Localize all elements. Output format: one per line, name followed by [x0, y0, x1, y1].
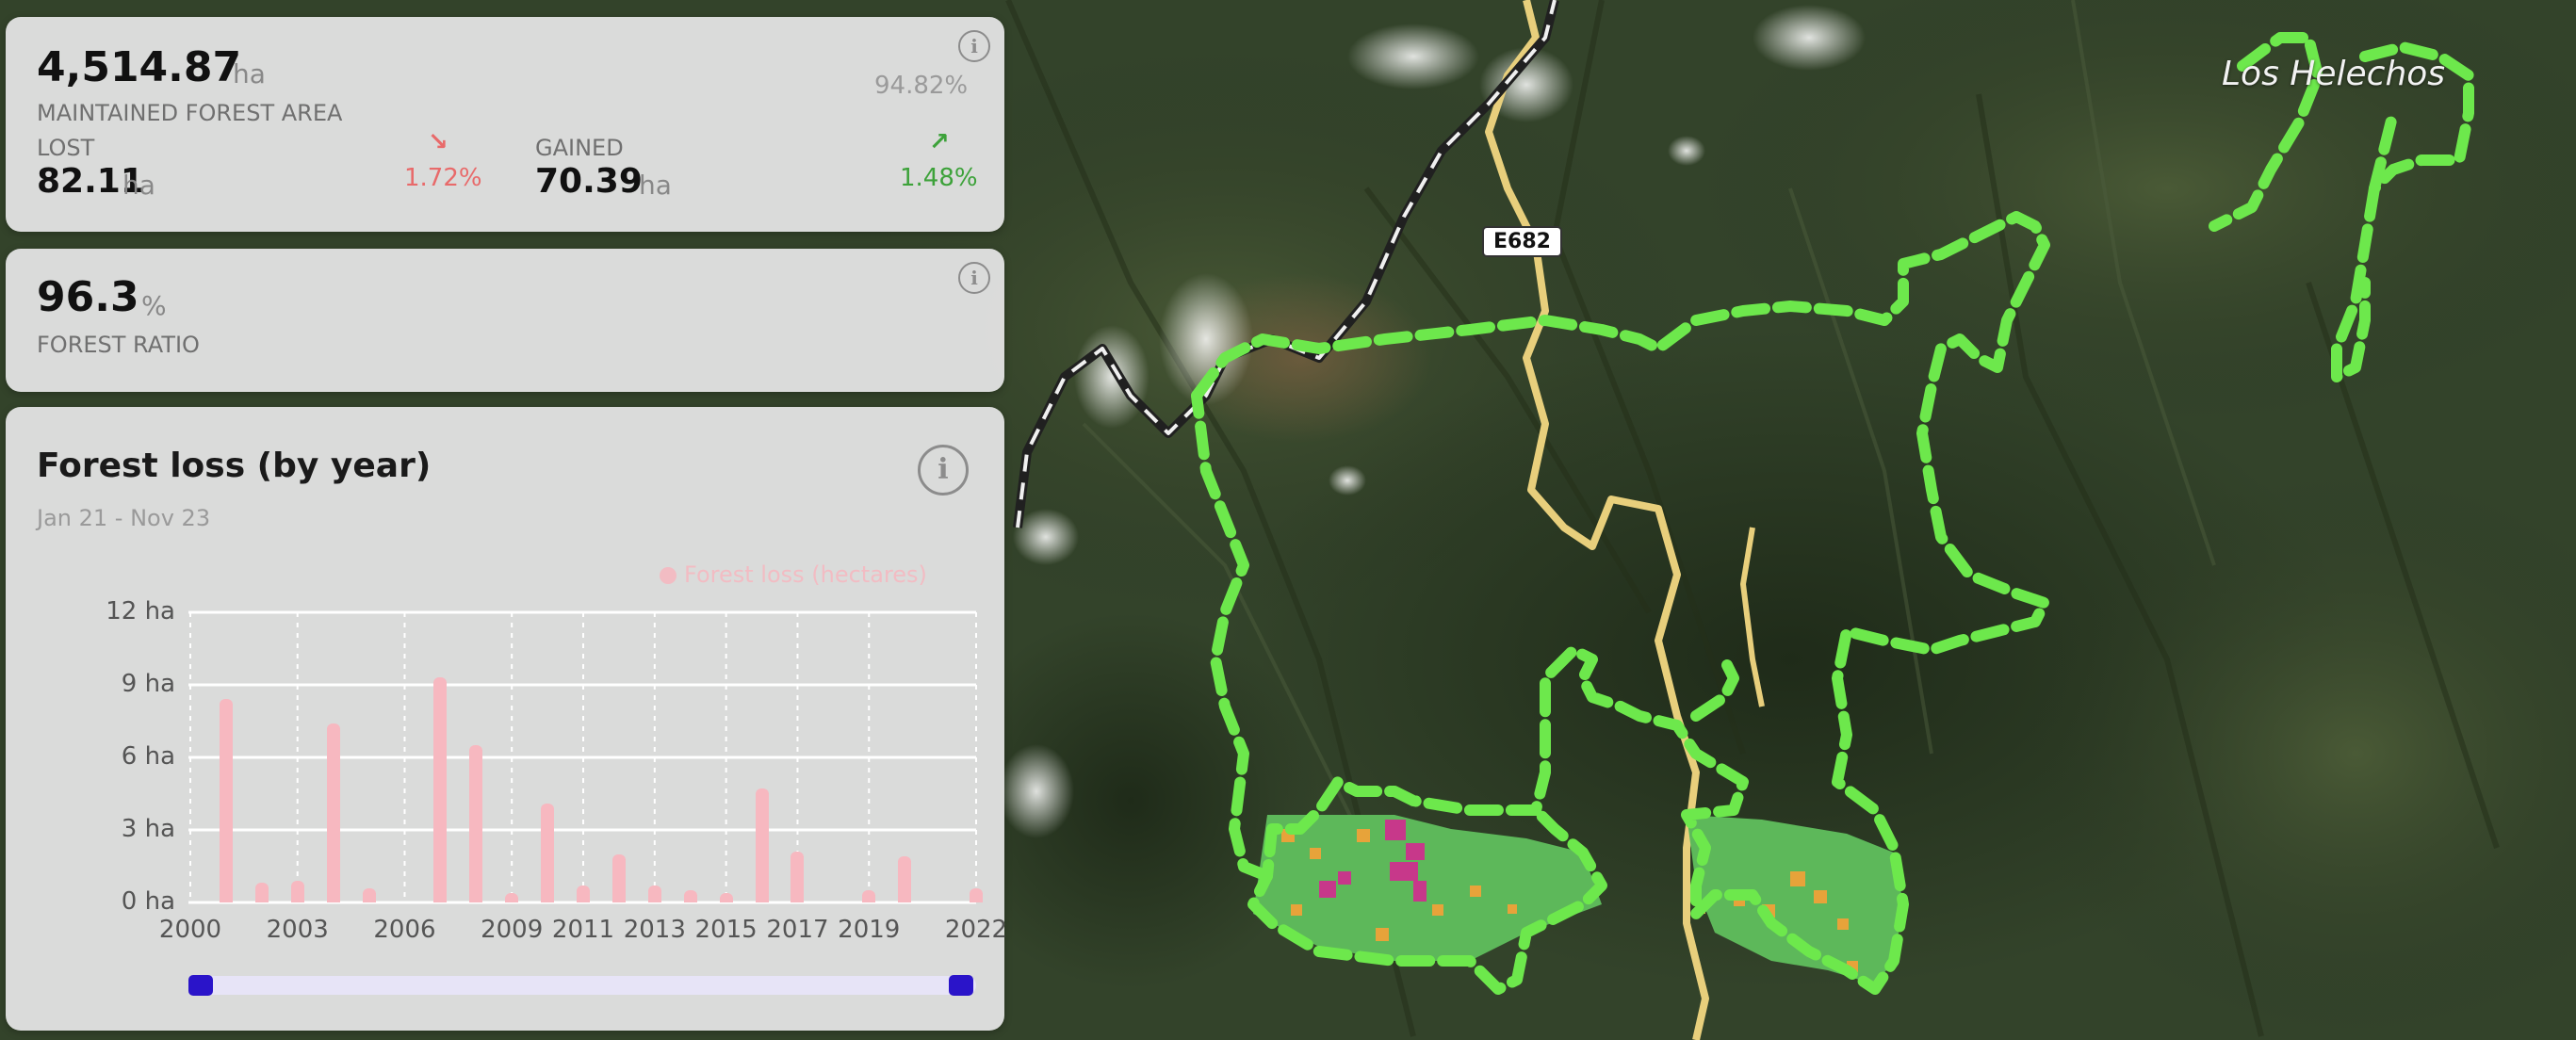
lost-unit: ha — [122, 170, 155, 201]
x-tick-label: 2006 — [373, 916, 436, 944]
x-tick-label: 2009 — [481, 916, 544, 944]
bar-2003[interactable] — [290, 880, 304, 902]
x-tick-label: 2017 — [766, 916, 829, 944]
x-tick-label: 2000 — [158, 916, 222, 944]
info-icon[interactable]: i — [958, 30, 990, 62]
bar-2019[interactable] — [862, 890, 876, 902]
bar-2009[interactable] — [505, 892, 519, 902]
y-tick-label: 0 ha — [121, 887, 175, 916]
bar-2016[interactable] — [755, 788, 769, 902]
x-tick-label: 2013 — [623, 916, 686, 944]
forest-ratio-label: FOREST RATIO — [37, 332, 200, 358]
x-tick-label: 2015 — [694, 916, 758, 944]
bar-2012[interactable] — [611, 853, 626, 902]
forest-loss-chart-card: i Forest loss (by year) Jan 21 - Nov 23 … — [6, 407, 1007, 1031]
y-tick-label: 9 ha — [121, 670, 175, 698]
bar-2020[interactable] — [898, 856, 912, 902]
maintained-area-percent: 94.82% — [874, 72, 969, 100]
y-tick-label: 3 ha — [121, 815, 175, 843]
x-tick-label: 2003 — [266, 916, 329, 944]
bar-2015[interactable] — [719, 892, 733, 902]
x-tick-label: 2011 — [551, 916, 615, 944]
gained-unit: ha — [639, 170, 672, 201]
y-tick-label: 6 ha — [121, 742, 175, 771]
maintained-area-value: 4,514.87 — [37, 43, 242, 91]
bar-2004[interactable] — [326, 723, 340, 902]
forest-ratio-card: i 96.3 % FOREST RATIO — [6, 249, 1004, 392]
maintained-area-label: MAINTAINED FOREST AREA — [37, 100, 343, 126]
arrow-up-right-icon: ↗ — [929, 128, 950, 156]
lost-label: LOST — [37, 135, 95, 161]
arrow-down-right-icon: ↘ — [428, 128, 448, 156]
x-tick-label: 2019 — [838, 916, 901, 944]
bar-2011[interactable] — [577, 886, 590, 902]
x-tick-label: 2022 — [944, 916, 1008, 944]
bar-2013[interactable] — [647, 886, 661, 902]
bar-2014[interactable] — [683, 890, 697, 902]
slider-handle-end[interactable] — [949, 975, 973, 996]
gained-value: 70.39 — [535, 162, 643, 201]
bar-2007[interactable] — [433, 677, 448, 902]
maintained-area-unit: ha — [233, 58, 266, 89]
year-range-slider[interactable] — [194, 976, 976, 995]
gained-label: GAINED — [535, 135, 624, 161]
bar-2008[interactable] — [469, 745, 483, 902]
bar-2005[interactable] — [362, 887, 376, 902]
slider-handle-start[interactable] — [188, 975, 213, 996]
lost-percent: 1.72% — [404, 164, 482, 192]
info-icon[interactable]: i — [958, 262, 990, 294]
bar-2022[interactable] — [970, 887, 983, 902]
forest-ratio-unit: % — [141, 290, 167, 321]
map-place-label: Los Helechos — [2222, 55, 2446, 93]
bar-2002[interactable] — [254, 883, 269, 902]
bar-2001[interactable] — [219, 699, 233, 902]
forest-ratio-value: 96.3 — [37, 273, 139, 321]
gained-percent: 1.48% — [900, 164, 978, 192]
bar-2017[interactable] — [791, 852, 805, 902]
area-stats-card: i 4,514.87 ha MAINTAINED FOREST AREA 94.… — [6, 17, 1004, 232]
road-badge: E682 — [1482, 226, 1562, 257]
bar-2010[interactable] — [541, 803, 555, 902]
y-tick-label: 12 ha — [106, 597, 175, 626]
